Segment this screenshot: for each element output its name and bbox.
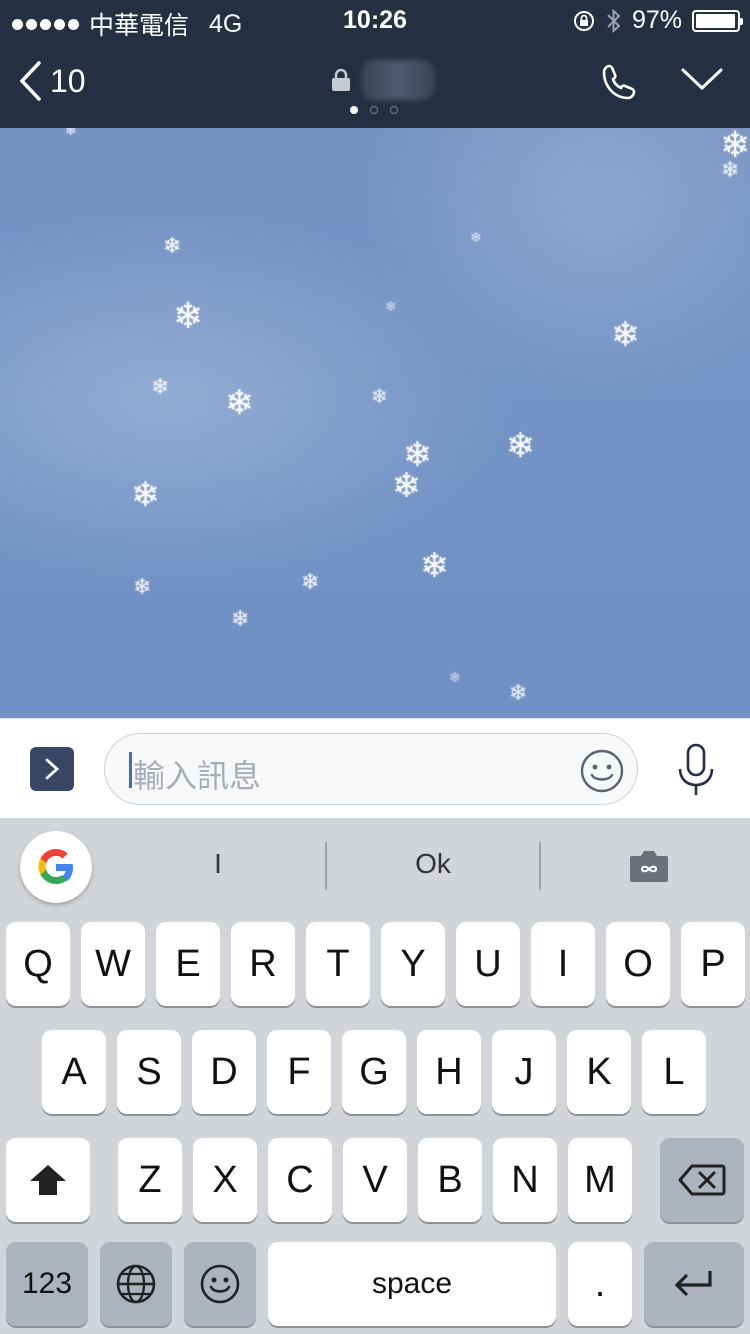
keyboard: I Ok Q W E R T Y U I O P A S D F G H J K L Z X C V B N M 123 space. bbox=[0, 818, 750, 1334]
snowflake-icon: ❄ bbox=[231, 606, 250, 631]
camera-icon[interactable] bbox=[628, 848, 670, 884]
snowflake-icon: ❄ bbox=[721, 157, 740, 182]
backspace-key[interactable] bbox=[660, 1138, 744, 1222]
back-button[interactable]: 10 bbox=[18, 60, 86, 102]
key-e[interactable]: E bbox=[156, 922, 220, 1006]
backspace-icon bbox=[678, 1164, 726, 1196]
battery-icon bbox=[692, 9, 743, 32]
snowflake-icon: ❄ bbox=[301, 569, 320, 594]
emoji-icon bbox=[200, 1264, 240, 1304]
google-logo-icon[interactable] bbox=[20, 831, 92, 903]
key-a[interactable]: A bbox=[42, 1030, 106, 1114]
key-r[interactable]: R bbox=[231, 922, 295, 1006]
bluetooth-icon bbox=[607, 8, 621, 33]
message-placeholder: 輸入訊息 bbox=[133, 757, 262, 795]
snowflake-icon: ❄ bbox=[509, 680, 528, 705]
snowflake-icon: ❄ bbox=[163, 233, 182, 258]
key-m[interactable]: M bbox=[568, 1138, 632, 1222]
chat-background: ❄ ❄ ❄ ❄ ❄ ❄ ❄ ❄ ❄ ❄ ❄ ❄ ❄ ❄ ❄ ❄ ❄ ❄ ❄ ❄ ❄ bbox=[0, 128, 750, 718]
suggestion-item[interactable]: I bbox=[118, 848, 318, 880]
snowflake-icon: ❄ bbox=[225, 384, 254, 422]
globe-icon bbox=[116, 1264, 156, 1304]
emoji-icon[interactable] bbox=[579, 748, 625, 794]
blurred-contact-name bbox=[362, 60, 434, 100]
chevron-down-icon[interactable] bbox=[680, 64, 724, 94]
period-key[interactable]: . bbox=[568, 1242, 632, 1326]
key-h[interactable]: H bbox=[417, 1030, 481, 1114]
microphone-icon[interactable] bbox=[676, 743, 716, 797]
top-bar: 中華電信 4G 10:26 97% 10 bbox=[0, 0, 750, 128]
space-key[interactable]: space bbox=[268, 1242, 556, 1326]
message-input-bar: 輸入訊息 bbox=[0, 718, 750, 818]
google-g-icon bbox=[38, 849, 73, 884]
chat-title[interactable] bbox=[330, 60, 434, 100]
key-w[interactable]: W bbox=[81, 922, 145, 1006]
key-j[interactable]: J bbox=[492, 1030, 556, 1114]
return-key[interactable] bbox=[644, 1242, 744, 1326]
shift-key[interactable] bbox=[6, 1138, 90, 1222]
key-s[interactable]: S bbox=[117, 1030, 181, 1114]
suggestion-bar: I Ok bbox=[0, 818, 750, 914]
key-u[interactable]: U bbox=[456, 922, 520, 1006]
key-o[interactable]: O bbox=[606, 922, 670, 1006]
key-y[interactable]: Y bbox=[381, 922, 445, 1006]
key-k[interactable]: K bbox=[567, 1030, 631, 1114]
text-cursor bbox=[129, 752, 132, 788]
snowflake-icon: ❄ bbox=[385, 298, 397, 314]
lock-icon bbox=[332, 68, 350, 91]
snowflake-icon: ❄ bbox=[392, 467, 421, 505]
chevron-right-icon bbox=[45, 758, 60, 780]
chevron-left-icon bbox=[19, 61, 41, 101]
snowflake-icon: ❄ bbox=[449, 669, 461, 685]
page-dot bbox=[390, 106, 398, 114]
expand-menu-button[interactable] bbox=[30, 747, 74, 791]
phone-call-icon[interactable] bbox=[600, 62, 640, 102]
divider bbox=[539, 842, 541, 890]
page-dot bbox=[370, 106, 378, 114]
battery-level bbox=[696, 13, 735, 28]
snowflake-icon: ❄ bbox=[173, 295, 204, 336]
key-n[interactable]: N bbox=[493, 1138, 557, 1222]
numbers-key[interactable]: 123 bbox=[6, 1242, 88, 1326]
snowflake-icon: ❄ bbox=[133, 574, 152, 599]
snowflake-icon: ❄ bbox=[371, 386, 388, 408]
page-indicator bbox=[350, 106, 398, 114]
key-z[interactable]: Z bbox=[118, 1138, 182, 1222]
suggestion-item[interactable]: Ok bbox=[333, 848, 533, 880]
emoji-key[interactable] bbox=[184, 1242, 256, 1326]
key-f[interactable]: F bbox=[267, 1030, 331, 1114]
globe-key[interactable] bbox=[100, 1242, 172, 1326]
key-i[interactable]: I bbox=[531, 922, 595, 1006]
key-t[interactable]: T bbox=[306, 922, 370, 1006]
status-bar: 中華電信 4G 10:26 97% bbox=[0, 0, 750, 42]
key-b[interactable]: B bbox=[418, 1138, 482, 1222]
snowflake-icon: ❄ bbox=[65, 128, 77, 138]
key-l[interactable]: L bbox=[642, 1030, 706, 1114]
key-x[interactable]: X bbox=[193, 1138, 257, 1222]
key-c[interactable]: C bbox=[268, 1138, 332, 1222]
rotation-lock-icon bbox=[573, 10, 594, 31]
divider bbox=[325, 842, 327, 890]
key-q[interactable]: Q bbox=[6, 922, 70, 1006]
key-g[interactable]: G bbox=[342, 1030, 406, 1114]
message-input[interactable]: 輸入訊息 bbox=[104, 733, 638, 805]
key-d[interactable]: D bbox=[192, 1030, 256, 1114]
battery-percent: 97% bbox=[631, 6, 682, 34]
unread-count: 10 bbox=[50, 62, 86, 99]
key-v[interactable]: V bbox=[343, 1138, 407, 1222]
chat-header: 10 bbox=[0, 42, 750, 128]
status-right: 97% bbox=[572, 6, 743, 35]
page-dot bbox=[350, 106, 358, 114]
snowflake-icon: ❄ bbox=[131, 476, 160, 514]
snowflake-icon: ❄ bbox=[506, 427, 535, 465]
shift-icon bbox=[30, 1165, 66, 1195]
snowflake-icon: ❄ bbox=[611, 316, 640, 354]
key-p[interactable]: P bbox=[681, 922, 745, 1006]
snowflake-icon: ❄ bbox=[151, 374, 170, 399]
snowflake-icon: ❄ bbox=[420, 547, 449, 585]
snowflake-icon: ❄ bbox=[470, 229, 482, 245]
return-icon bbox=[674, 1271, 712, 1296]
